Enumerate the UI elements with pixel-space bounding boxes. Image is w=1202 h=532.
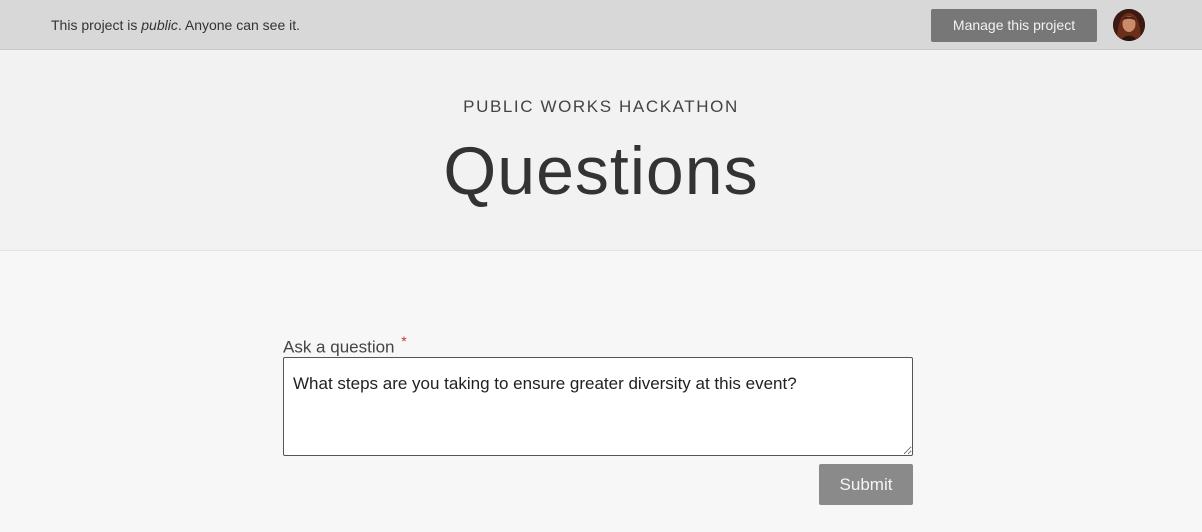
question-form: Ask a question * What steps are you taki… bbox=[283, 330, 913, 505]
top-bar: This project is public. Anyone can see i… bbox=[0, 0, 1202, 50]
question-label: Ask a question * bbox=[283, 330, 913, 357]
required-marker: * bbox=[401, 333, 407, 349]
visibility-prefix: This project is bbox=[51, 17, 142, 33]
user-avatar-icon[interactable] bbox=[1113, 9, 1145, 41]
visibility-suffix: . Anyone can see it. bbox=[177, 17, 301, 33]
page-header: PUBLIC WORKS HACKATHON Questions bbox=[0, 50, 1202, 251]
question-label-text: Ask a question bbox=[283, 337, 395, 357]
project-name: PUBLIC WORKS HACKATHON bbox=[463, 97, 739, 116]
question-input[interactable]: What steps are you taking to ensure grea… bbox=[283, 357, 913, 456]
manage-project-button[interactable]: Manage this project bbox=[931, 9, 1097, 42]
visibility-notice: This project is public. Anyone can see i… bbox=[51, 17, 300, 33]
page-title: Questions bbox=[443, 133, 759, 209]
visibility-word: public bbox=[141, 17, 178, 33]
submit-button[interactable]: Submit bbox=[819, 464, 913, 505]
